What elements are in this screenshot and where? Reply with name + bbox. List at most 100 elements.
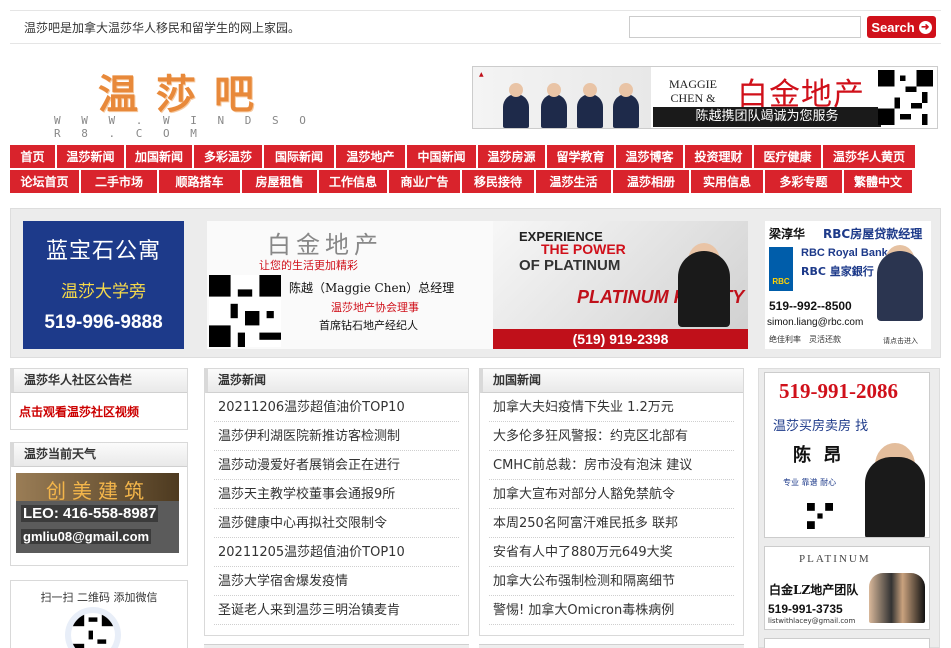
nav-item[interactable]: 温莎博客 [616,145,683,168]
news-item[interactable]: 温莎伊利湖医院新推访客检测制 [214,422,459,451]
platinum-realty-ad[interactable]: 白金地产 让您的生活更加精彩 陈越（Maggie Chen）总经理 温莎地产协会… [207,221,748,349]
notice-board-panel: 温莎华人社区公告栏 点击观看温莎社区视频 [10,368,188,430]
nav-item[interactable]: 温莎华人黄页 [823,145,915,168]
news-item[interactable]: 20211206温莎超值油价TOP10 [214,393,459,422]
nav-item[interactable]: 温莎房源 [478,145,545,168]
chen-ang-line1: 温莎买房卖房 找 [773,419,869,434]
platinum-title: 白金地产 [267,231,383,259]
rbc-footer: 绝佳利率 灵活还款 [769,335,841,344]
nav-row-1: 首页 温莎新闻 加国新闻 多彩温莎 国际新闻 温莎地产 中国新闻 温莎房源 留学教育 温莎博客 投资… [10,145,941,168]
rbc-email: simon.liang@rbc.com [767,317,864,328]
wechat-qr-icon [65,607,121,648]
sapphire-apartment-ad[interactable]: 蓝宝石公寓 温莎大学旁 519-996-9888 [23,221,184,349]
sapphire-title: 蓝宝石公寓 [45,239,161,264]
qr-code-icon [807,503,833,529]
nav-item[interactable]: 留学教育 [547,145,614,168]
platinum-tagline: 让您的生活更加精彩 [259,259,358,272]
canada-news-title: 加国新闻 [480,369,743,393]
platinum-ad-right: EXPERIENCE THE POWER OF PLATINUM PLATINU… [493,221,748,349]
top-bar: 温莎吧是加拿大温莎华人移民和留学生的网上家园。 Search ➜ [10,10,941,44]
search-button-label: Search [871,19,915,35]
lz-realty-team-ad[interactable]: PLATINUM 白金LZ地产团队 519-991-3735 listwithl… [764,546,930,630]
nav-item[interactable]: 温莎地产 [336,145,405,168]
agent-name: 陈越（Maggie Chen）总经理 [289,281,455,295]
nav-item[interactable]: 医疗健康 [754,145,821,168]
chen-ang-line2: 专业 靠谱 耐心 [783,478,837,487]
nav-item[interactable]: 中国新闻 [407,145,476,168]
rbc-footer-link: 请点击进入 [883,337,918,345]
nav-item[interactable]: 工作信息 [319,170,387,193]
rbc-phone: 519--992--8500 [769,299,852,313]
news-item[interactable]: 加拿大公布强制检测和隔离细节 [489,567,734,596]
sapphire-subtitle: 温莎大学旁 [61,282,146,302]
news-item[interactable]: 温莎健康中心再拟社交限制令 [214,509,459,538]
wechat-panel: 扫一扫 二维码 添加微信 [10,580,188,648]
qr-code-icon [878,70,933,125]
news-item[interactable]: 20211205温莎超值油价TOP10 [214,538,459,567]
construction-phone: LEO: 416-558-8987 [21,505,159,522]
nav-row-2: 论坛首页 二手市场 顺路搭车 房屋租售 工作信息 商业广告 移民接待 温莎生活 温莎相册 实用信息… [10,170,941,193]
right-ad-edge [764,638,930,648]
construction-brand: 创美建筑 [46,479,150,503]
rbc-mortgage-ad[interactable]: 梁淳华 RBC房屋贷款经理 RBC RBC Royal Bank RBC 皇家銀… [765,221,931,349]
news-item[interactable]: 温莎大学宿舍爆发疫情 [214,567,459,596]
rbc-agent-name: 梁淳华 [769,227,806,241]
chen-ang-photo-body [865,457,925,537]
rbc-bank-en: RBC Royal Bank [801,247,888,259]
nav-item[interactable]: 论坛首页 [10,170,79,193]
news-item[interactable]: 安省有人中了880万元649大奖 [489,538,734,567]
platinum-ad-left: 白金地产 让您的生活更加精彩 陈越（Maggie Chen）总经理 温莎地产协会… [207,221,493,349]
nav-item[interactable]: 商业广告 [389,170,460,193]
lz-brand: PLATINUM [799,553,871,565]
nav-item[interactable]: 投资理财 [685,145,752,168]
arrow-right-icon: ➜ [918,20,932,34]
nav-item[interactable]: 温莎相册 [613,170,689,193]
nav-item[interactable]: 温莎新闻 [57,145,124,168]
header-banner-ad[interactable]: ▲ MAGGIE CHEN & TEAM 白金地产 陈越携团队竭诚为您服务 [472,66,938,129]
lz-email: listwithlacey@gmail.com [768,617,856,625]
search-button[interactable]: Search ➜ [867,16,936,38]
nav-item[interactable]: 多彩温莎 [194,145,262,168]
news-item[interactable]: 大多伦多狂风警报：约克区北部有 [489,422,734,451]
realtor-chen-ang-ad[interactable]: 519-991-2086 温莎买房卖房 找 陈 昂 专业 靠谱 耐心 [764,372,930,538]
chen-ang-name: 陈 昂 [793,445,845,466]
nav-item[interactable]: 实用信息 [691,170,763,193]
news-item[interactable]: 加拿大宣布对部分人豁免禁航令 [489,480,734,509]
nav-item[interactable]: 首页 [10,145,55,168]
construction-ad[interactable]: 创美建筑 LEO: 416-558-8987 gmliu08@gmail.com [16,473,179,553]
nav-item[interactable]: 加国新闻 [126,145,192,168]
news-item[interactable]: 温莎动漫爱好者展销会正在进行 [214,451,459,480]
platinum-mini-logo: ▲ [479,71,484,78]
weather-title: 温莎当前天气 [11,443,187,467]
nav-item[interactable]: 二手市场 [81,170,157,193]
nav-item[interactable]: 房屋租售 [242,170,317,193]
windsor-news-title: 温莎新闻 [205,369,468,393]
construction-email: gmliu08@gmail.com [21,529,152,544]
news-item[interactable]: 警惕! 加拿大Omicron毒株病例 [489,596,734,625]
nav-item[interactable]: 多彩专题 [765,170,842,193]
news-item[interactable]: 加拿大夫妇疫情下失业 1.2万元 [489,393,734,422]
site-logo[interactable]: 温莎吧 W W W . W I N D S O R 8 . C O M [48,62,318,140]
rbc-logo-icon: RBC [769,247,793,291]
search-input[interactable] [629,16,861,38]
sapphire-phone: 519-996-9888 [44,312,163,333]
windsor-news-list: 20211206温莎超值油价TOP10 温莎伊利湖医院新推访客检测制 温莎动漫爱好者… [205,393,468,625]
news-item[interactable]: CMHC前总裁：房市没有泡沫 建议 [489,451,734,480]
news-item[interactable]: 温莎天主教学校董事会通报9所 [214,480,459,509]
platinum-phone: (519) 919-2398 [493,329,748,349]
lz-team-name: 白金LZ地产团队 [769,583,859,597]
nav-item[interactable]: 温莎生活 [536,170,611,193]
main-nav: 首页 温莎新闻 加国新闻 多彩温莎 国际新闻 温莎地产 中国新闻 温莎房源 留学教育 温莎博客 投资… [10,145,941,195]
rbc-bank-cn: RBC 皇家銀行 [801,265,874,278]
header-ad-slogan: 陈越携团队竭诚为您服务 [653,107,881,127]
community-video-link[interactable]: 点击观看温莎社区视频 [11,393,187,430]
nav-item[interactable]: 国际新闻 [264,145,334,168]
nav-item[interactable]: 顺路搭车 [159,170,240,193]
qr-code-icon [209,275,281,347]
nav-item[interactable]: 繁體中文 [844,170,912,193]
news-item[interactable]: 圣诞老人来到温莎三明治镇麦肯 [214,596,459,625]
nav-item[interactable]: 移民接待 [462,170,534,193]
news-item[interactable]: 本周250名阿富汗难民抵多 联邦 [489,509,734,538]
power-text: THE POWER [541,241,626,257]
of-platinum-text: OF PLATINUM [519,257,621,274]
